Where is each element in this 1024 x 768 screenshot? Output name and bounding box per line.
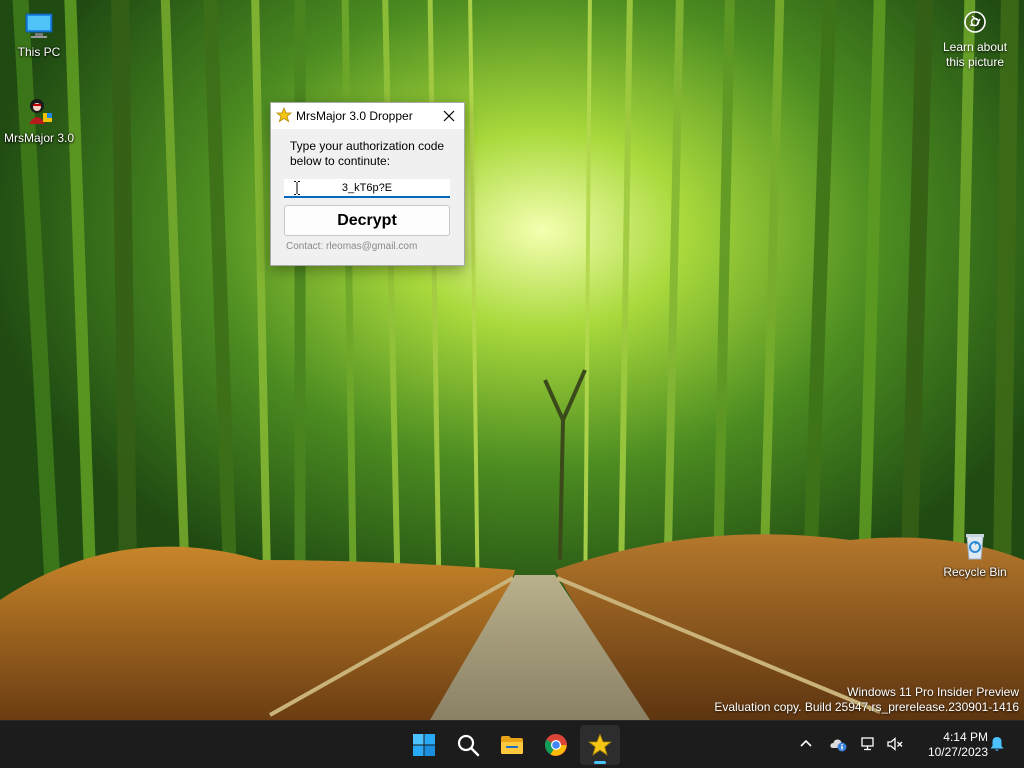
dialog-title: MrsMajor 3.0 Dropper [296,109,413,123]
taskbar-clock[interactable]: 4:14 PM 10/27/2023 [912,730,988,760]
star-icon [275,106,293,123]
desktop-icon-this-pc[interactable]: This PC [1,10,77,59]
desktop-wallpaper [0,0,1024,720]
desktop-icon-label: MrsMajor 3.0 [3,131,74,145]
os-watermark: Windows 11 Pro Insider Preview Evaluatio… [714,685,1019,715]
monitor-icon [23,10,55,42]
watermark-line-2: Evaluation copy. Build 25947.rs_prerelea… [714,700,1019,714]
windows-logo-icon [413,734,435,756]
desktop-icon-label: Recycle Bin [943,565,1007,579]
desktop-icon-mrsmajor[interactable]: MrsMajor 3.0 [1,96,77,145]
taskbar-file-explorer-button[interactable] [492,725,532,765]
dropper-dialog: MrsMajor 3.0 Dropper Type your authoriza… [270,102,465,266]
learn-about-picture-label: Learn about this picture [942,40,1008,69]
taskbar: 4:14 PM 10/27/2023 [0,720,1024,768]
taskbar-search-button[interactable] [448,725,488,765]
tray-volume-button[interactable] [886,735,904,753]
tray-weather-button[interactable] [829,735,847,753]
authorization-code-input[interactable] [284,179,450,198]
text-cursor-icon [294,181,300,195]
chrome-icon [545,734,567,756]
decrypt-button[interactable]: Decrypt [284,205,450,236]
desktop-icon-recycle-bin[interactable]: Recycle Bin [937,530,1013,579]
search-icon [457,734,480,757]
auth-prompt: Type your authorization code below to co… [290,139,460,169]
notifications-button[interactable] [988,735,1006,753]
auth-prompt-line-2: below to continute: [290,154,391,168]
taskbar-dropper-button[interactable] [580,725,620,765]
folder-icon [501,736,523,754]
network-icon [861,737,874,751]
contact-text: Contact: rleomas@gmail.com [286,241,418,252]
taskbar-start-button[interactable] [404,725,444,765]
desktop-icon-label: This PC [17,45,61,59]
camera-icon [963,10,987,34]
recycle-bin-icon [959,530,991,562]
dialog-titlebar[interactable]: MrsMajor 3.0 Dropper [271,103,464,129]
watermark-line-1: Windows 11 Pro Insider Preview [847,685,1019,699]
app-icon [23,96,55,128]
taskbar-chrome-button[interactable] [536,725,576,765]
learn-about-picture[interactable]: Learn about this picture [936,10,1014,70]
close-icon [443,110,455,122]
volume-muted-icon [887,737,903,751]
star-icon [588,733,612,756]
cloud-info-icon [830,739,847,752]
tray-network-button[interactable] [860,735,878,753]
bell-icon [990,737,1004,751]
chevron-up-icon [800,739,812,747]
auth-prompt-line-1: Type your authorization code [290,139,445,153]
clock-time: 4:14 PM [943,730,988,744]
clock-date: 10/27/2023 [927,745,988,759]
active-app-indicator [594,761,606,764]
close-button[interactable] [434,103,464,129]
show-hidden-icons-button[interactable] [797,735,815,753]
